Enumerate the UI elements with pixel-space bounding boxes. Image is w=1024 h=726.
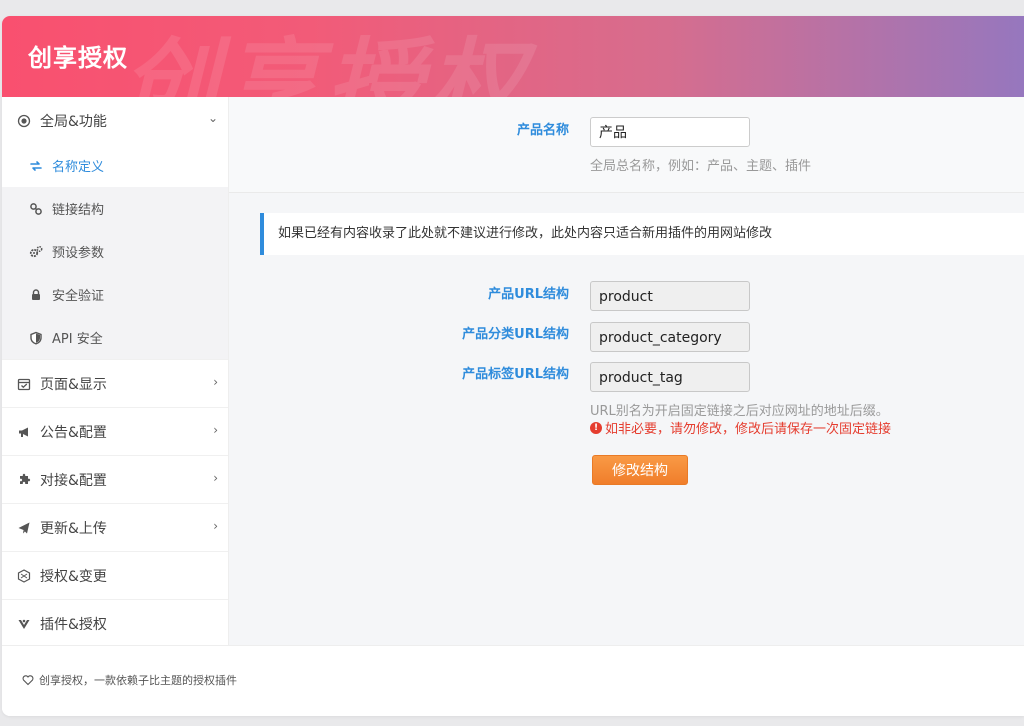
url-help-text: URL别名为开启固定链接之后对应网址的地址后缀。	[590, 404, 889, 419]
sidebar-subitem-preset-params[interactable]: 预设参数	[2, 230, 228, 273]
sync-arrows-icon	[28, 158, 44, 174]
product-name-input[interactable]: 产品	[590, 117, 750, 147]
sidebar-subitem-link-structure[interactable]: 链接结构	[2, 187, 228, 230]
app-window: 创享授权 创享授权 全局&功能 ⌄ 名称定义 链接结构 预设参数 安全验证 AP…	[2, 16, 1024, 716]
puzzle-icon	[16, 472, 32, 488]
sidebar-subitem-label: 链接结构	[52, 203, 105, 218]
sidebar-item-integration-config[interactable]: 对接&配置 ›	[2, 455, 228, 503]
header-watermark: 创享授权	[122, 28, 530, 97]
sidebar-subitem-label: 预设参数	[52, 246, 105, 261]
url-warning-text: 如非必要，请勿修改，修改后请保存一次固定链接	[605, 422, 892, 437]
product-category-url-input[interactable]: product_category	[590, 322, 750, 352]
chevron-down-icon: ⌄	[207, 111, 218, 125]
chevron-right-icon: ›	[213, 375, 218, 389]
sidebar-subitem-label: 安全验证	[52, 289, 105, 304]
sidebar-subitem-label: API 安全	[52, 332, 103, 347]
sidebar-subitem-security-verify[interactable]: 安全验证	[2, 273, 228, 316]
chevron-right-icon: ›	[213, 471, 218, 485]
sidebar: 全局&功能 ⌄ 名称定义 链接结构 预设参数 安全验证 API 安全 页面&显示…	[2, 97, 229, 645]
sidebar-item-label: 公告&配置	[40, 424, 107, 441]
lock-icon	[28, 287, 44, 303]
sidebar-item-update-upload[interactable]: 更新&上传 ›	[2, 503, 228, 551]
footer: 创享授权，一款依赖子比主题的授权插件	[2, 645, 1024, 716]
app-title: 创享授权	[28, 44, 128, 72]
link-icon	[28, 201, 44, 217]
product-tag-url-label: 产品标签URL结构	[462, 367, 569, 382]
sidebar-submenu: 名称定义 链接结构 预设参数 安全验证 API 安全	[2, 144, 228, 359]
main-content: 产品名称 产品 全局总名称，例如：产品、主题、插件 如果已经有内容收录了此处就不…	[229, 97, 1024, 645]
footer-text-wrap: 创享授权，一款依赖子比主题的授权插件	[22, 672, 237, 688]
sidebar-item-license-change[interactable]: 授权&变更	[2, 551, 228, 599]
sidebar-item-page-display[interactable]: 页面&显示 ›	[2, 359, 228, 407]
heart-icon	[22, 674, 34, 686]
product-name-row: 产品名称 产品 全局总名称，例如：产品、主题、插件	[229, 97, 1024, 193]
sidebar-item-label: 页面&显示	[40, 376, 107, 393]
product-url-label: 产品URL结构	[488, 287, 569, 302]
product-url-input[interactable]: product	[590, 281, 750, 311]
notice-banner: 如果已经有内容收录了此处就不建议进行修改，此处内容只适合新用插件的用网站修改	[260, 213, 1024, 255]
sidebar-item-label: 授权&变更	[40, 568, 107, 585]
chevron-right-icon: ›	[213, 423, 218, 437]
paper-plane-icon	[16, 520, 32, 536]
header-banner: 创享授权 创享授权	[2, 16, 1024, 97]
sidebar-subitem-name-definition[interactable]: 名称定义	[2, 144, 228, 187]
footer-text: 创享授权，一款依赖子比主题的授权插件	[39, 674, 237, 687]
product-category-url-label: 产品分类URL结构	[462, 327, 569, 342]
product-name-label: 产品名称	[516, 123, 569, 138]
sidebar-subitem-label: 名称定义	[52, 160, 105, 175]
chevron-right-icon: ›	[213, 519, 218, 533]
sidebar-item-label: 对接&配置	[40, 472, 107, 489]
sidebar-item-global-features[interactable]: 全局&功能 ⌄	[2, 97, 228, 144]
sidebar-item-label: 全局&功能	[40, 113, 107, 130]
exclamation-circle-icon: !	[590, 421, 602, 434]
modify-structure-button[interactable]: 修改结构	[592, 455, 688, 485]
hexagon-icon	[16, 568, 32, 584]
sidebar-item-plugin-license[interactable]: 插件&授权	[2, 599, 228, 647]
product-tag-url-input[interactable]: product_tag	[590, 362, 750, 392]
sidebar-item-announcement-config[interactable]: 公告&配置 ›	[2, 407, 228, 455]
sidebar-subitem-api-security[interactable]: API 安全	[2, 316, 228, 359]
sidebar-item-label: 插件&授权	[40, 616, 107, 633]
plugin-icon	[16, 616, 32, 632]
product-name-help: 全局总名称，例如：产品、主题、插件	[590, 159, 812, 174]
radio-circle-icon	[16, 113, 32, 129]
calendar-check-icon	[16, 376, 32, 392]
megaphone-icon	[16, 424, 32, 440]
gears-icon	[28, 244, 44, 260]
sidebar-item-label: 更新&上传	[40, 520, 107, 537]
shield-icon	[28, 330, 44, 346]
url-warning: ! 如非必要，请勿修改，修改后请保存一次固定链接	[590, 418, 891, 437]
